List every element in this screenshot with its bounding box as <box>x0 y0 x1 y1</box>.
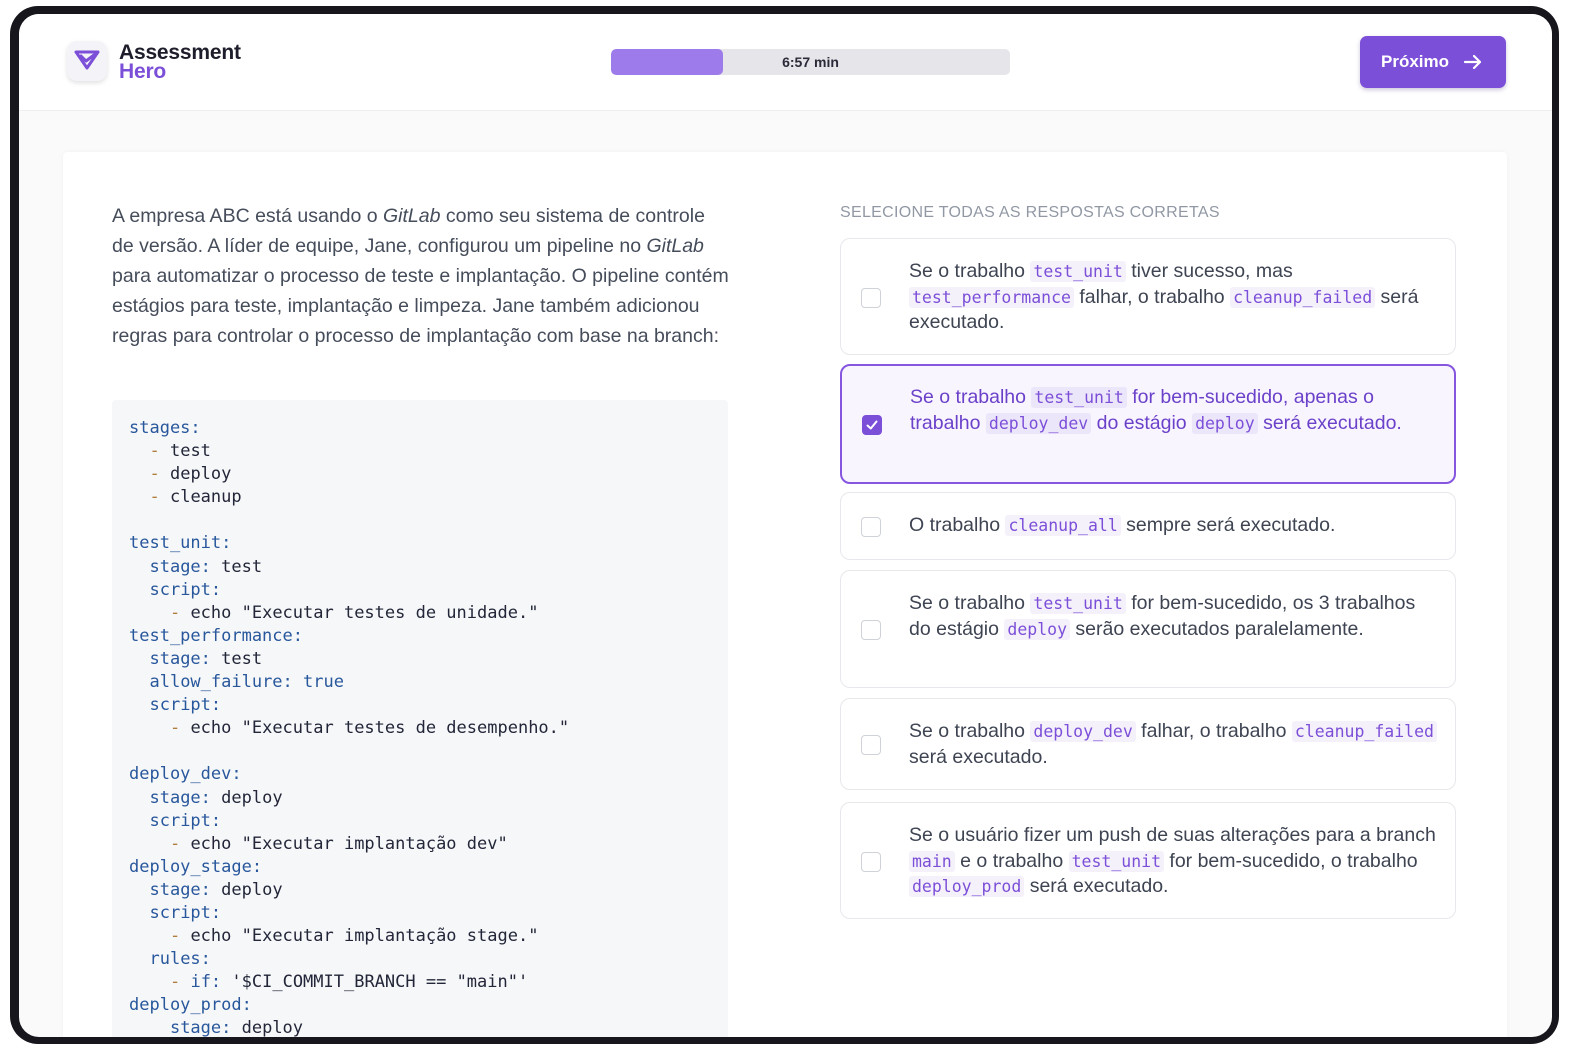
inline-code: test_performance <box>909 286 1074 308</box>
inline-code: test_unit <box>1030 593 1126 614</box>
code-line: rules: <box>149 949 211 970</box>
code-content: stages: - test - deploy - cleanup test_u… <box>129 417 569 1037</box>
top-bar: Assessment Hero 6:57 min Próximo <box>19 14 1552 111</box>
answer-text-fragment: Se o usuário fizer um push de suas alter… <box>909 824 1436 846</box>
code-line: deploy_prod: <box>129 995 252 1016</box>
code-line: deploy_stage: <box>129 856 263 877</box>
code-line: stages: <box>129 418 201 438</box>
app-screen: Assessment Hero 6:57 min Próximo A empre… <box>19 14 1552 1037</box>
question-fragment: para automatizar o processo de teste e i… <box>112 265 729 347</box>
answer-text-fragment: sempre será executado. <box>1120 514 1336 536</box>
answer-text-fragment: Se o trabalho <box>909 720 1031 742</box>
answer-checkbox[interactable] <box>861 517 881 537</box>
code-line: allow_failure: true <box>149 672 344 693</box>
answer-text-fragment: Se o trabalho <box>909 260 1031 282</box>
question-emphasis: GitLab <box>383 205 441 227</box>
inline-code: cleanup_failed <box>1291 721 1437 742</box>
answer-text-fragment: tiver sucesso, mas <box>1125 260 1293 282</box>
answer-checkbox[interactable] <box>861 287 881 308</box>
answer-option[interactable]: Se o trabalho test_unit for bem-sucedido… <box>840 364 1456 484</box>
brand-name-accent: Hero <box>119 60 167 83</box>
answer-instruction: SELECIONE TODAS AS RESPOSTAS CORRETAS <box>840 204 1220 221</box>
answer-text: Se o trabalho test_unit tiver sucesso, m… <box>909 259 1439 336</box>
code-line: - echo "Executar implantação stage." <box>169 926 539 947</box>
answer-checkbox[interactable] <box>861 620 881 640</box>
answer-checkbox[interactable] <box>862 415 882 435</box>
answer-text-fragment: Se o trabalho <box>909 592 1031 614</box>
code-line: - echo "Executar testes de unidade." <box>169 602 539 623</box>
answer-text-fragment: falhar, o trabalho <box>1135 720 1292 742</box>
answer-text-fragment: Se o trabalho <box>910 386 1032 408</box>
code-line: - if: '$CI_COMMIT_BRANCH == "main"' <box>169 972 529 993</box>
inline-code: deploy <box>1004 618 1071 640</box>
inline-code: test_unit <box>1068 850 1164 872</box>
answer-option[interactable]: Se o usuário fizer um push de suas alter… <box>840 802 1456 919</box>
inline-code: test_unit <box>1030 261 1126 282</box>
check-icon <box>866 420 878 430</box>
inline-code: deploy_prod <box>909 876 1025 897</box>
code-line: stage: deploy <box>149 879 283 900</box>
inline-code: deploy_dev <box>1030 721 1136 742</box>
inline-code: test_unit <box>1031 387 1127 408</box>
code-line: stage: test <box>149 556 263 577</box>
answer-text-fragment: será executado. <box>1024 875 1169 897</box>
code-line: - deploy <box>149 464 232 485</box>
code-line: - echo "Executar testes de desempenho." <box>169 718 570 739</box>
heart-check-icon <box>74 50 100 70</box>
timer-progress-bar: 6:57 min <box>611 49 1010 75</box>
answer-text-fragment: e o trabalho <box>954 849 1069 872</box>
question-text: A empresa ABC está usando o GitLab como … <box>112 201 732 351</box>
question-emphasis: GitLab <box>646 235 704 257</box>
next-button-label: Próximo <box>1381 52 1450 71</box>
answer-text: Se o usuário fizer um push de suas alter… <box>909 823 1439 900</box>
answer-option[interactable]: Se o trabalho test_unit for bem-sucedido… <box>840 570 1456 688</box>
answer-text-fragment: for bem-sucedido, o trabalho <box>1164 849 1418 872</box>
inline-code: cleanup_failed <box>1230 286 1376 308</box>
code-line: deploy_dev: <box>129 764 242 785</box>
answer-text: Se o trabalho test_unit for bem-sucedido… <box>909 591 1439 642</box>
logo <box>67 41 107 81</box>
inline-code: cleanup_all <box>1005 515 1121 536</box>
code-line: stage: deploy <box>149 787 283 808</box>
answer-option[interactable]: Se o trabalho deploy_dev falhar, o traba… <box>840 698 1456 790</box>
arrow-right-icon <box>1463 54 1482 70</box>
code-line: script: <box>149 902 222 923</box>
inline-code: deploy <box>1192 412 1258 434</box>
answer-text-fragment: será executado. <box>1257 411 1402 434</box>
answer-text-fragment: será executado. <box>909 745 1048 768</box>
code-line: test_unit: <box>129 533 232 554</box>
code-line: script: <box>149 579 222 600</box>
answer-checkbox[interactable] <box>861 735 881 755</box>
answer-text: O trabalho cleanup_all sempre será execu… <box>909 513 1439 539</box>
answer-text-fragment: do estágio <box>1091 411 1193 434</box>
code-line: - test <box>149 441 211 462</box>
code-line: - echo "Executar implantação dev" <box>169 833 508 854</box>
code-line: script: <box>149 810 222 831</box>
answer-option[interactable]: O trabalho cleanup_all sempre será execu… <box>840 492 1456 560</box>
question-fragment: A empresa ABC está usando o <box>112 205 384 227</box>
code-line: stage: deploy <box>169 1018 304 1037</box>
inline-code: deploy_dev <box>985 412 1092 434</box>
code-line: stage: test <box>149 648 263 669</box>
answer-text-fragment: serão executados paralelamente. <box>1070 617 1364 640</box>
answer-text: Se o trabalho test_unit for bem-sucedido… <box>910 385 1440 436</box>
code-line: - cleanup <box>149 487 242 508</box>
answer-option[interactable]: Se o trabalho test_unit tiver sucesso, m… <box>840 238 1456 355</box>
next-button[interactable]: Próximo <box>1360 36 1506 88</box>
answer-text: Se o trabalho deploy_dev falhar, o traba… <box>909 719 1439 770</box>
timer-label: 6:57 min <box>782 54 839 70</box>
answer-text-fragment: falhar, o trabalho <box>1073 285 1231 308</box>
question-card: A empresa ABC está usando o GitLab como … <box>63 152 1507 1037</box>
code-line: script: <box>149 695 222 716</box>
code-line: test_performance: <box>129 625 303 646</box>
code-block: stages: - test - deploy - cleanup test_u… <box>112 400 728 1037</box>
inline-code: main <box>909 850 955 872</box>
answer-checkbox[interactable] <box>861 851 881 872</box>
answer-text-fragment: O trabalho <box>909 514 1006 536</box>
